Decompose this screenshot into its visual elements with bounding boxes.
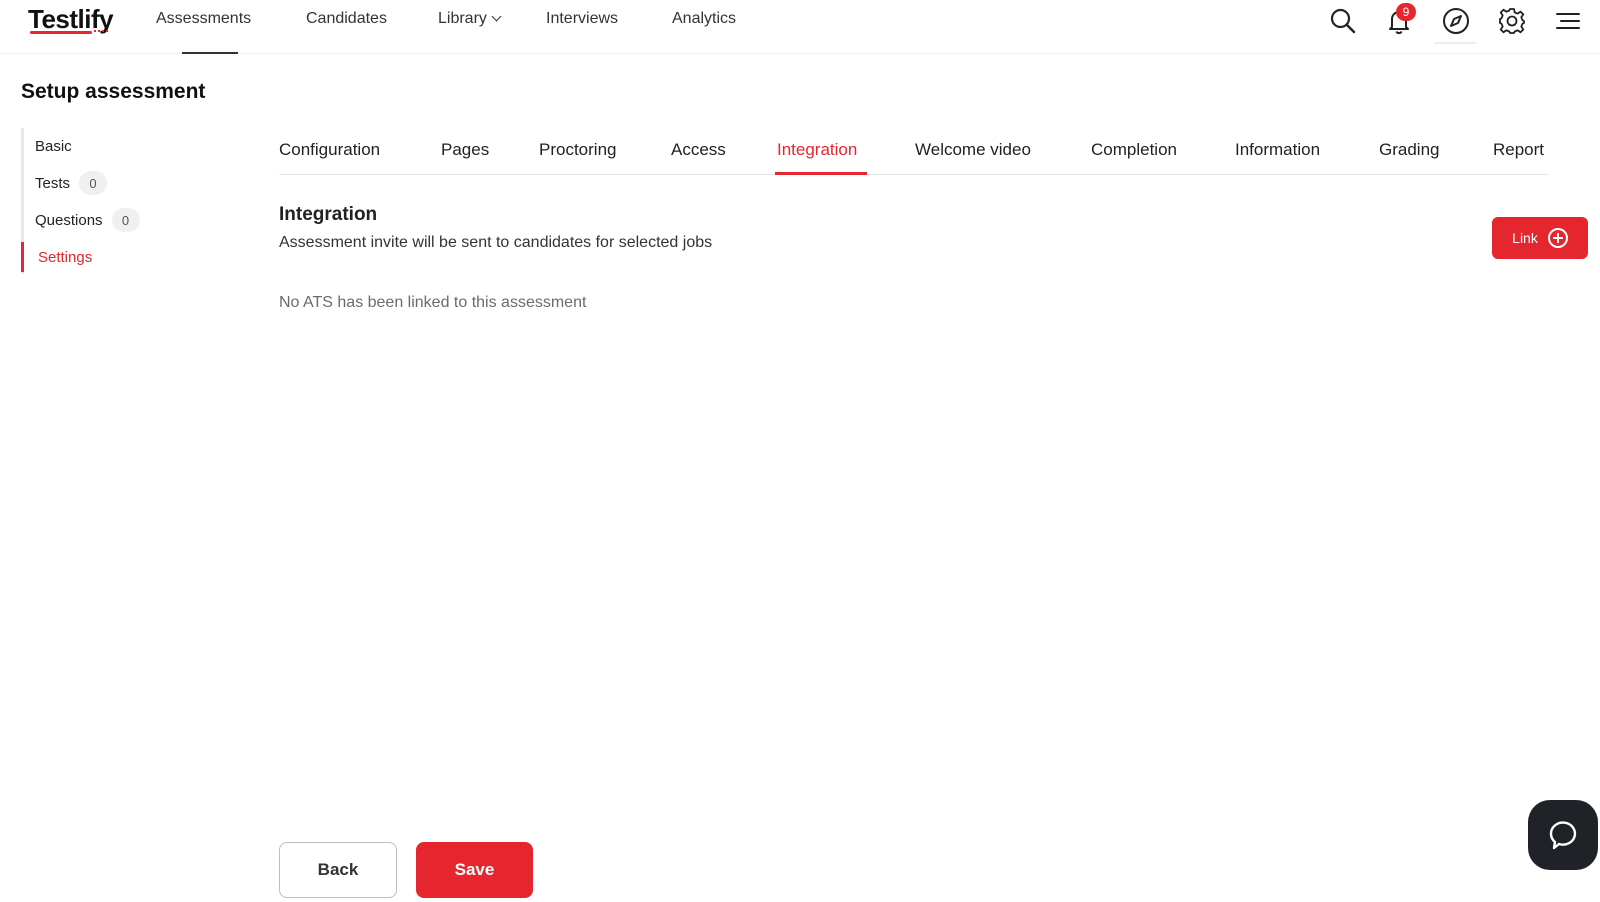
sidebar-item-tests[interactable]: Tests 0 [24,168,108,198]
tab-report[interactable]: Report [1493,140,1544,160]
sidebar-item-label: Settings [38,248,93,266]
sidebar-item-settings[interactable]: Settings [21,242,92,272]
compass-indicator [1434,42,1476,44]
setup-sidebar: Basic Tests 0 Questions 0 Settings [21,128,241,274]
nav-library[interactable]: Library [438,10,502,28]
integration-description: Assessment invite will be sent to candid… [279,234,713,251]
nav-library-label: Library [438,10,487,27]
notification-badge: 9 [1396,3,1416,21]
compass-icon[interactable] [1441,6,1471,36]
nav-assessments[interactable]: Assessments [156,10,251,28]
empty-state-message: No ATS has been linked to this assessmen… [279,294,587,311]
sidebar-item-basic[interactable]: Basic [24,131,72,161]
sidebar-item-questions[interactable]: Questions 0 [24,205,140,235]
nav-active-indicator [182,52,238,54]
gear-icon[interactable] [1497,6,1527,36]
top-navigation: Testlify Assessments Candidates Library … [0,0,1600,54]
sidebar-item-label: Tests [35,174,71,192]
search-icon[interactable] [1328,6,1358,36]
logo-dots [94,30,108,33]
chat-icon [1549,821,1577,850]
tab-integration[interactable]: Integration [777,140,857,160]
tab-completion[interactable]: Completion [1091,140,1177,160]
menu-icon[interactable] [1553,6,1583,36]
nav-analytics[interactable]: Analytics [672,10,736,28]
active-tab-indicator [775,172,867,175]
integration-title: Integration [279,204,378,225]
logo-underline [30,31,92,34]
sidebar-item-label: Basic [35,137,72,155]
save-button[interactable]: Save [416,842,533,898]
tab-grading[interactable]: Grading [1379,140,1439,160]
link-button[interactable]: Link [1492,217,1588,259]
chat-button[interactable] [1528,800,1598,870]
tests-count-badge: 0 [79,171,108,195]
page-title: Setup assessment [21,80,206,103]
nav-candidates[interactable]: Candidates [306,10,387,28]
link-button-label: Link [1512,230,1538,246]
back-button[interactable]: Back [279,842,397,898]
nav-interviews[interactable]: Interviews [546,10,618,28]
tab-welcome-video[interactable]: Welcome video [915,140,1031,160]
tab-configuration[interactable]: Configuration [279,140,380,160]
tab-access[interactable]: Access [671,140,726,160]
settings-tabs: Configuration Pages Proctoring Access In… [279,134,1549,175]
sidebar-item-label: Questions [35,211,103,229]
tab-pages[interactable]: Pages [441,140,489,160]
chevron-down-icon [491,11,502,22]
tab-proctoring[interactable]: Proctoring [539,140,616,160]
questions-count-badge: 0 [111,208,140,232]
plus-circle-icon [1547,228,1568,248]
tab-information[interactable]: Information [1235,140,1320,160]
